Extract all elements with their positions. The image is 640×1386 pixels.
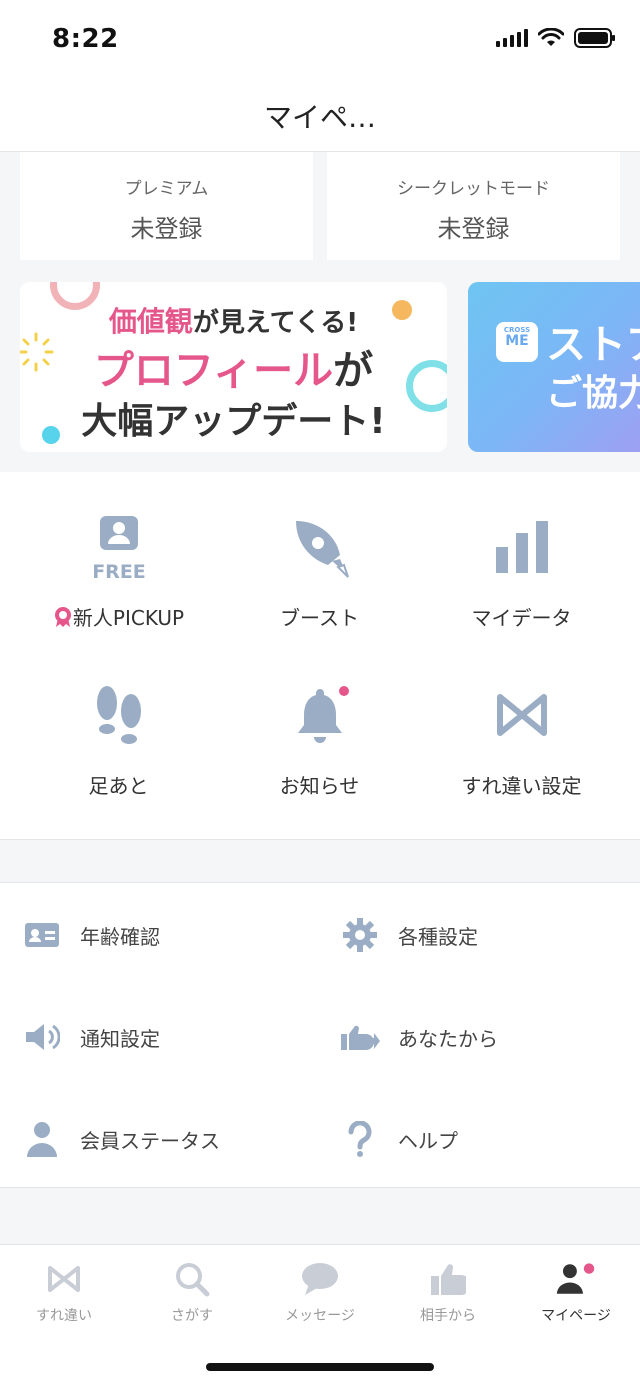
- tab-label: マイページ: [541, 1308, 611, 1324]
- status-time: 8:22: [52, 24, 119, 54]
- page-title: マイペ…: [263, 101, 376, 134]
- secret-mode-card[interactable]: シークレットモード 未登録: [327, 152, 620, 260]
- page: 8:22 マイペ… プレミアム 未登録 シークレットモード 未登録 価値観が見え…: [0, 0, 640, 1386]
- tab-label: さがす: [171, 1308, 213, 1324]
- person-icon: [22, 1119, 62, 1159]
- tab-label: 相手から: [420, 1308, 476, 1324]
- settings-help[interactable]: ヘルプ: [340, 1109, 640, 1169]
- feature-label: ブースト: [280, 606, 359, 630]
- status-bar: 8:22: [0, 0, 640, 80]
- tab-label: すれ違い: [36, 1308, 92, 1324]
- feature-notifications[interactable]: お知らせ: [213, 640, 426, 800]
- free-pickup-icon: FREE: [84, 512, 154, 582]
- footprints-icon: [84, 680, 154, 750]
- bell-icon: [285, 680, 355, 750]
- settings-label: 各種設定: [398, 924, 478, 949]
- feature-grid: FREE 新人PICKUP ブースト マイデータ 足あと お知らせ すれ違い設定: [0, 472, 640, 840]
- bar-chart-icon: [487, 512, 557, 582]
- profile-update-banner[interactable]: 価値観が見えてくる! プロフィールが 大幅アップデート!: [20, 282, 447, 452]
- banner-line-1: 価値観が見えてくる!: [20, 300, 447, 340]
- banner-line-3: 大幅アップデート!: [81, 401, 386, 442]
- status-icons: [496, 28, 616, 48]
- feature-my-data[interactable]: マイデータ: [415, 472, 628, 632]
- ribbon-badge-icon: [54, 607, 71, 627]
- settings-list: 年齢確認 各種設定 通知設定 あなたから 会員ステータス ヘルプ: [0, 882, 640, 1188]
- store-cooperation-banner[interactable]: CROSS ME ストア ご協力: [468, 282, 640, 452]
- settings-likes-sent[interactable]: あなたから: [340, 1007, 640, 1067]
- tab-crossing[interactable]: すれ違い: [0, 1245, 128, 1335]
- battery-icon: [574, 28, 615, 48]
- feature-boost[interactable]: ブースト: [213, 472, 426, 632]
- tab-messages[interactable]: メッセージ: [256, 1245, 384, 1335]
- tab-label: メッセージ: [285, 1308, 355, 1324]
- banner2-text-1: ストア: [546, 322, 640, 368]
- banner-highlight-2: プロフィール: [93, 348, 334, 394]
- feature-footprints[interactable]: 足あと: [12, 640, 225, 800]
- feature-label-text: 新人PICKUP: [72, 606, 185, 630]
- secret-mode-status: 未登録: [437, 215, 510, 243]
- thumbs-up-icon: [428, 1261, 468, 1297]
- crossme-logo-icon: CROSS ME: [496, 322, 538, 362]
- user-icon: [556, 1261, 596, 1297]
- rocket-icon: [285, 512, 355, 582]
- settings-notifications[interactable]: 通知設定: [22, 1007, 322, 1067]
- logo-big-text: ME: [505, 333, 529, 349]
- feature-label: 新人PICKUP: [12, 602, 225, 631]
- tab-search[interactable]: さがす: [128, 1245, 256, 1335]
- wifi-icon: [538, 28, 564, 46]
- crossme-logo-icon: [44, 1261, 84, 1297]
- gear-icon: [340, 915, 380, 955]
- speaker-icon: [22, 1017, 62, 1057]
- settings-general[interactable]: 各種設定: [340, 905, 640, 965]
- feature-label: すれ違い設定: [461, 774, 582, 798]
- home-indicator[interactable]: [206, 1363, 434, 1371]
- settings-label: あなたから: [398, 1026, 498, 1051]
- chat-bubble-icon: [300, 1261, 340, 1297]
- settings-age-verification[interactable]: 年齢確認: [22, 905, 322, 965]
- banner-text-2: が: [333, 348, 374, 394]
- thumbs-up-arrow-icon: [340, 1017, 380, 1057]
- banner-text-1: が見えてくる!: [192, 308, 359, 338]
- settings-member-status[interactable]: 会員ステータス: [22, 1109, 322, 1169]
- feature-newcomer-pickup[interactable]: FREE 新人PICKUP: [12, 472, 225, 632]
- settings-label: 通知設定: [80, 1026, 160, 1051]
- secret-mode-label: シークレットモード: [397, 179, 550, 199]
- banner-highlight-1: 価値観: [108, 305, 193, 338]
- feature-crossing-settings[interactable]: すれ違い設定: [415, 640, 628, 800]
- free-badge-text: FREE: [92, 561, 146, 582]
- tab-my-page[interactable]: マイページ: [512, 1245, 640, 1335]
- premium-status: 未登録: [130, 215, 203, 243]
- banner-line-2: プロフィールが: [20, 338, 447, 396]
- question-icon: [340, 1119, 380, 1159]
- settings-label: 年齢確認: [80, 924, 160, 949]
- nav-header: マイペ…: [0, 80, 640, 152]
- premium-label: プレミアム: [124, 179, 209, 199]
- notification-dot: [338, 686, 349, 696]
- crossme-logo-icon: [487, 680, 557, 750]
- id-card-icon: [22, 915, 62, 955]
- cellular-signal-icon: [496, 29, 528, 47]
- premium-card[interactable]: プレミアム 未登録: [20, 152, 313, 260]
- feature-label: お知らせ: [279, 774, 360, 798]
- banner2-text-2: ご協力: [546, 373, 640, 414]
- feature-label: マイデータ: [471, 606, 572, 630]
- settings-label: ヘルプ: [398, 1128, 458, 1153]
- tab-likes-received[interactable]: 相手から: [384, 1245, 512, 1335]
- search-icon: [172, 1261, 212, 1297]
- settings-label: 会員ステータス: [80, 1128, 220, 1153]
- feature-label: 足あと: [88, 774, 149, 798]
